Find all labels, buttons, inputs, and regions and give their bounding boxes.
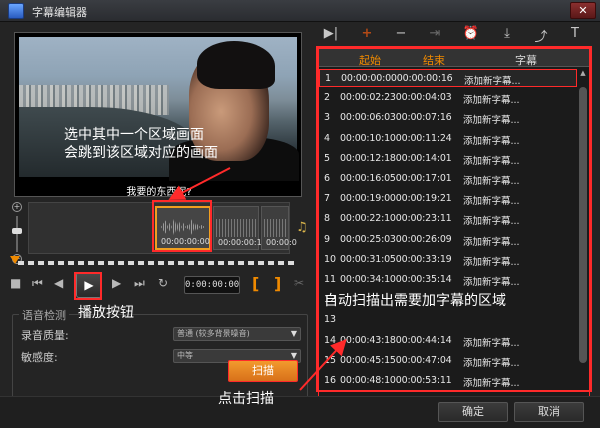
- audio-icon: ♫: [296, 220, 308, 235]
- scan-button[interactable]: 扫描: [228, 360, 298, 382]
- repeat-icon[interactable]: ↻: [158, 276, 168, 290]
- mark-out-icon[interactable]: ]: [274, 274, 281, 293]
- annotation-play-button: 播放按钮: [78, 305, 134, 321]
- timeline-clip[interactable]: 00:00:00:15: [213, 206, 267, 250]
- dialog-footer: 确定 取消: [0, 396, 600, 428]
- split-icon[interactable]: ✂: [294, 276, 304, 290]
- close-icon: ✕: [578, 4, 588, 17]
- add-subtitle-icon[interactable]: +: [356, 26, 378, 44]
- cancel-button[interactable]: 取消: [514, 402, 584, 422]
- transport-controls: ■ ⏮ ◀ ▶ ▶ ⏭ ↻ 0:00:00:00 [ ] ✂: [8, 272, 308, 298]
- stop-icon[interactable]: ■: [10, 276, 21, 290]
- annotation-box-list: [316, 46, 592, 392]
- annotation-auto-scan: 自动扫描出需要加字幕的区域: [324, 293, 506, 309]
- text-options-icon[interactable]: T: [564, 26, 586, 44]
- annotation-box-clip: [152, 200, 212, 252]
- clock-icon[interactable]: ⏰: [460, 26, 482, 44]
- app-icon: [8, 3, 24, 19]
- subtitle-toolbar: ▶| + − ⇥ ⏰ ⤓ ⤴ T: [318, 22, 590, 48]
- go-end-icon[interactable]: ⏭: [134, 276, 145, 291]
- annotation-select-line2: 会跳到该区域对应的画面: [64, 145, 218, 161]
- ok-button[interactable]: 确定: [438, 402, 508, 422]
- timecode-display[interactable]: 0:00:00:00: [184, 276, 240, 294]
- clip-timecode: 00:00:00:15: [218, 238, 267, 247]
- sensitivity-label: 敏感度:: [21, 351, 58, 364]
- title-bar: 字幕编辑器 ✕: [0, 0, 600, 22]
- timeline-ruler[interactable]: [10, 256, 296, 266]
- annotation-select-line1: 选中其中一个区域画面: [64, 127, 204, 143]
- preview-subtitle: 我要的东西呢?: [126, 187, 192, 197]
- prev-frame-icon[interactable]: ◀: [54, 276, 63, 290]
- video-preview[interactable]: 我要的东西呢?: [14, 32, 302, 197]
- import-icon[interactable]: ⤓: [496, 26, 518, 44]
- chevron-down-icon: ▼: [290, 329, 297, 338]
- annotation-click-scan: 点击扫描: [218, 391, 274, 407]
- next-frame-icon[interactable]: ▶: [112, 276, 121, 290]
- mark-in-icon[interactable]: [: [252, 274, 259, 293]
- clip-timecode: 00:00:0: [266, 238, 297, 247]
- zoom-slider-handle[interactable]: [12, 228, 22, 234]
- recording-quality-label: 录音质量:: [21, 329, 69, 342]
- remove-subtitle-icon[interactable]: −: [390, 26, 412, 44]
- recording-quality-select[interactable]: 普通 (较多背景噪音) ▼: [173, 327, 301, 341]
- annotation-box-play: [74, 272, 102, 300]
- goto-subtitle-icon[interactable]: ▶|: [320, 26, 342, 44]
- timeline-clip[interactable]: 00:00:0: [261, 206, 297, 250]
- window-title: 字幕编辑器: [32, 6, 87, 19]
- close-button[interactable]: ✕: [570, 2, 596, 19]
- export-icon[interactable]: ⤴: [530, 26, 552, 45]
- group-legend: 语音检测: [19, 307, 69, 323]
- zoom-in-icon[interactable]: +: [12, 202, 22, 212]
- go-start-icon[interactable]: ⏮: [32, 276, 43, 291]
- join-icon[interactable]: ⇥: [424, 26, 446, 44]
